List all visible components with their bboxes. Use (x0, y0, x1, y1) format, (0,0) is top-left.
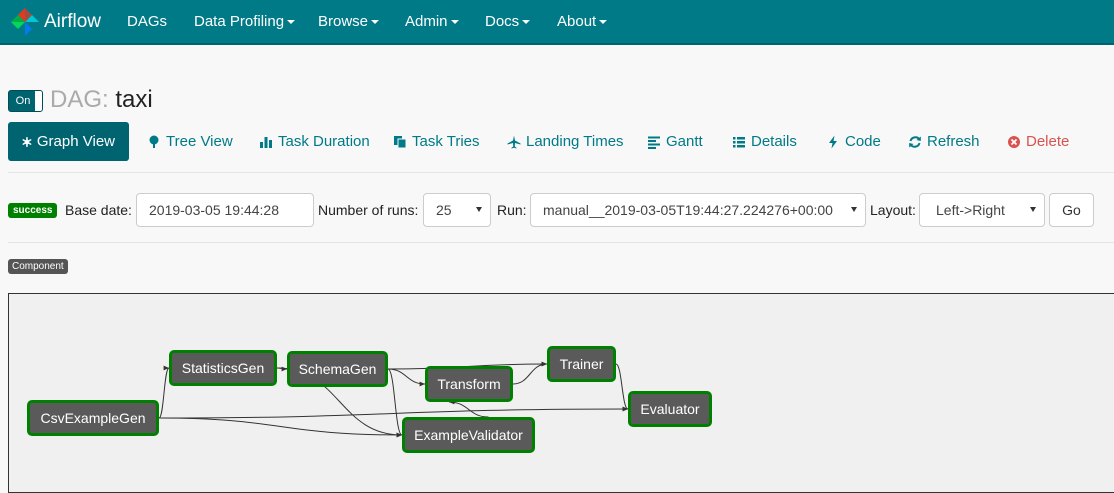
nav-admin[interactable]: Admin (405, 0, 459, 43)
graph-edge-csv-validator (158, 417, 403, 438)
select-caret-icon (476, 207, 482, 212)
tab-tree-view[interactable]: Tree View (147, 122, 233, 161)
plane-icon (507, 135, 521, 148)
duplicate-icon (394, 135, 407, 148)
list-icon (733, 136, 745, 147)
task-node-evaluator[interactable]: Evaluator (628, 391, 712, 427)
dag-title-prefix: DAG: (50, 86, 109, 113)
tab-task-tries[interactable]: Task Tries (393, 122, 480, 161)
graph-edge-trainer-evaluator (615, 363, 629, 412)
task-node-examplevalidator[interactable]: ExampleValidator (402, 417, 535, 453)
refresh-icon (909, 135, 921, 148)
caret-down-icon (522, 20, 531, 25)
tab-task-duration[interactable]: Task Duration (259, 122, 370, 161)
num-runs-select[interactable]: 25 (423, 193, 491, 227)
nav-dags[interactable]: DAGs (127, 0, 167, 43)
layout-select[interactable]: Left->Right (919, 193, 1045, 227)
dag-name: taxi (115, 86, 153, 113)
task-node-statisticsgen[interactable]: StatisticsGen (169, 350, 277, 386)
graph-edge-csv-stats (158, 365, 170, 419)
asterisk-icon (22, 136, 32, 147)
base-date-label: Base date: (65, 202, 132, 218)
tab-gantt[interactable]: Gantt (647, 122, 703, 161)
layout-label: Layout: (870, 202, 916, 218)
graph-edge-csv-evaluator (158, 406, 629, 419)
task-node-csvexamplegen[interactable]: CsvExampleGen (27, 400, 159, 436)
bar-chart-icon (260, 136, 272, 148)
top-navbar: Airflow DAGs Data Profiling Browse Admin… (0, 0, 1114, 45)
tab-code[interactable]: Code (826, 122, 881, 161)
remove-circle-icon (1008, 135, 1020, 148)
nav-docs[interactable]: Docs (485, 0, 531, 43)
graph-edge-transform-trainer (512, 361, 548, 385)
select-caret-icon (1030, 207, 1036, 212)
airflow-logo-icon (11, 8, 39, 36)
task-node-trainer[interactable]: Trainer (547, 346, 616, 382)
graph-edges (158, 361, 629, 438)
caret-down-icon (450, 20, 459, 25)
toggle-handle (35, 91, 42, 111)
divider (8, 242, 1114, 243)
base-date-input[interactable]: 2019-03-05 19:44:28 (136, 193, 314, 227)
run-label: Run: (497, 202, 527, 218)
component-legend-badge: Component (8, 259, 68, 274)
select-caret-icon (851, 207, 857, 212)
go-button[interactable]: Go (1049, 193, 1094, 227)
nav-about[interactable]: About (557, 0, 608, 43)
align-left-icon (648, 136, 660, 149)
divider (8, 172, 1114, 173)
status-badge: success (8, 203, 58, 218)
tab-delete[interactable]: Delete (1007, 122, 1069, 161)
nav-browse[interactable]: Browse (318, 0, 380, 43)
caret-down-icon (371, 20, 380, 25)
dag-graph-canvas[interactable]: CsvExampleGen StatisticsGen SchemaGen Tr… (8, 293, 1114, 493)
airflow-brand-link[interactable]: Airflow (10, 5, 101, 39)
page-title: DAG: taxi (50, 86, 153, 114)
nav-data-profiling[interactable]: Data Profiling (194, 0, 296, 43)
dag-pause-toggle[interactable]: On (8, 90, 43, 112)
flash-icon (829, 135, 837, 148)
task-node-transform[interactable]: Transform (425, 366, 513, 402)
toggle-on-label: On (15, 95, 31, 107)
graph-edge-schema-validator (387, 368, 403, 438)
tab-details[interactable]: Details (732, 122, 797, 161)
tab-landing-times[interactable]: Landing Times (507, 122, 624, 161)
caret-down-icon (287, 20, 296, 25)
brand-label: Airflow (44, 11, 102, 32)
graph-edge-validator-transform (448, 399, 489, 418)
run-select[interactable]: manual__2019-03-05T19:44:27.224276+00:00 (530, 193, 866, 227)
tab-refresh[interactable]: Refresh (908, 122, 980, 161)
graph-edge-schema-transform (387, 368, 426, 387)
tree-icon (149, 135, 159, 148)
tab-graph-view[interactable]: Graph View (8, 122, 129, 161)
num-runs-label: Number of runs: (318, 202, 419, 218)
caret-down-icon (599, 20, 608, 25)
task-node-schemagen[interactable]: SchemaGen (287, 351, 388, 387)
